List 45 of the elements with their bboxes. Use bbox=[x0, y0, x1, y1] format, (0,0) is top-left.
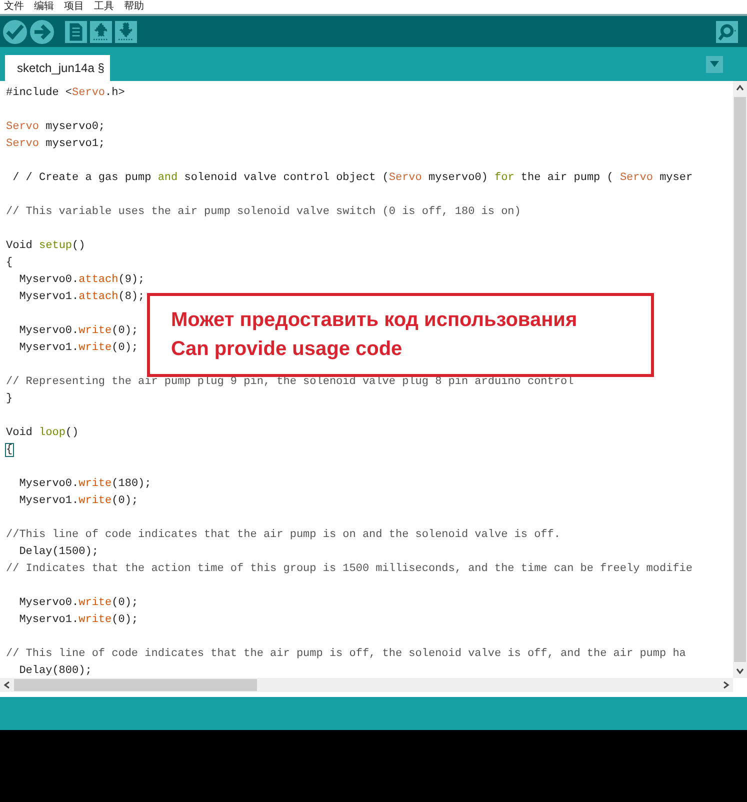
code-line: Myservo1.attach(8); bbox=[18, 290, 145, 305]
menu-item[interactable]: 帮助 bbox=[124, 1, 144, 13]
code-line: Delay(800); bbox=[18, 664, 92, 678]
code-line: Myservo1.write(0); bbox=[18, 613, 138, 628]
code-line: { bbox=[6, 443, 13, 458]
code-line: Servo myservo0; bbox=[6, 120, 106, 135]
code-comment: // Representing the air pump plug 9 pin, the solenoid valve plug 8 pin arduino control bbox=[6, 375, 574, 390]
code-line: { bbox=[6, 256, 13, 271]
vertical-scrollbar[interactable] bbox=[733, 81, 747, 678]
code-comment: //This line of code indicates that the air pump is on and the solenoid valve is off. bbox=[6, 528, 560, 543]
code-line: Myservo1.write(0); bbox=[18, 494, 138, 509]
caret-icon bbox=[710, 61, 719, 67]
code-line: Void setup() bbox=[6, 239, 86, 254]
check-icon bbox=[5, 22, 25, 42]
code-line: Delay(1500); bbox=[18, 545, 98, 560]
tab-menu-button[interactable] bbox=[706, 56, 723, 72]
serial-monitor-button[interactable] bbox=[716, 20, 738, 42]
code-line: } bbox=[6, 392, 13, 407]
menu-item[interactable]: 文件 bbox=[4, 1, 24, 13]
verify-button[interactable] bbox=[3, 20, 27, 44]
code-line: #include <Servo.h> bbox=[6, 86, 125, 101]
open-button[interactable] bbox=[90, 20, 112, 42]
code-line: / / Create a gas pump and solenoid valve control object (Servo myservo0) for the air pump ( Servo myser bbox=[12, 171, 693, 186]
new-button[interactable] bbox=[65, 20, 87, 42]
code-line: Myservo0.write(0); bbox=[18, 324, 138, 339]
code-line: Servo myservo1; bbox=[6, 137, 106, 152]
notice-text: Can provide usage code bbox=[171, 338, 402, 361]
upload-button[interactable] bbox=[30, 20, 54, 44]
code-comment: // This line of code indicates that the air pump is off, the solenoid valve is off, and the air pump ha bbox=[6, 647, 686, 662]
code-line: Myservo0.write(0); bbox=[18, 596, 138, 611]
code-comment: // Indicates that the action time of this group is 1500 milliseconds, and the time can be freely modifie bbox=[6, 562, 693, 577]
notice-text: Может предоставить код использования bbox=[171, 309, 578, 332]
save-button[interactable] bbox=[115, 20, 137, 42]
serial-monitor-icon bbox=[717, 22, 737, 42]
code-line: Myservo0.attach(9); bbox=[18, 273, 145, 288]
arrow-icon bbox=[32, 22, 52, 42]
menu-item[interactable]: 项目 bbox=[64, 1, 84, 13]
menu-item[interactable]: 工具 bbox=[94, 1, 114, 13]
menu-item[interactable]: 编辑 bbox=[34, 1, 54, 13]
code-line: Myservo0.write(180); bbox=[18, 477, 152, 492]
horizontal-scrollbar[interactable] bbox=[0, 678, 733, 692]
code-comment: // This variable uses the air pump solenoid valve switch (0 is off, 180 is on) bbox=[6, 205, 521, 220]
code-line: Myservo1.write(0); bbox=[18, 341, 138, 356]
sketch-tab[interactable]: sketch_jun14a § bbox=[5, 55, 110, 81]
code-line: Void loop() bbox=[6, 426, 79, 441]
